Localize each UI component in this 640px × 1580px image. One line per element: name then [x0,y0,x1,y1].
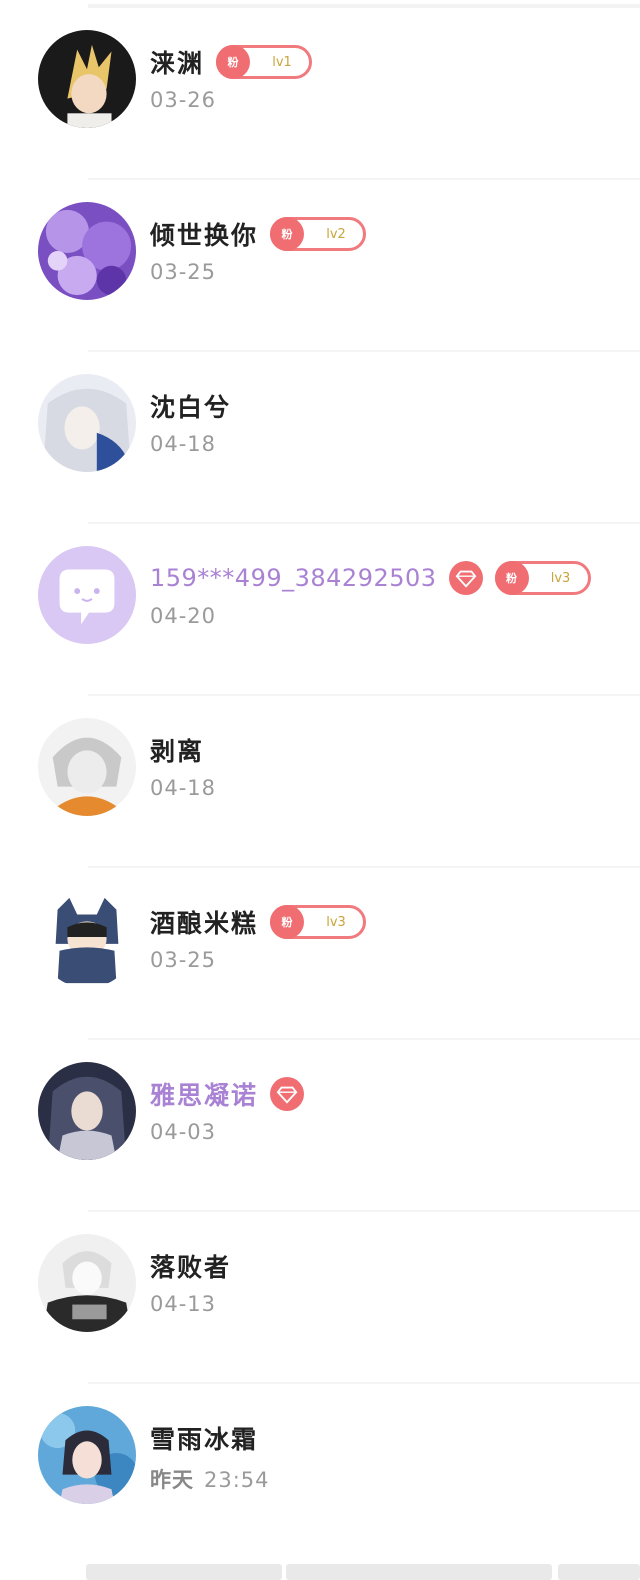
username: 落败者 [150,1253,232,1282]
fan-icon: 粉 [494,561,529,595]
list-item[interactable]: 159***499_384292503 粉 lv3 04-20 [0,524,640,696]
vip-diamond-icon [270,1077,305,1111]
list-item[interactable]: 雅思凝诺 04-03 [0,1040,640,1212]
avatar[interactable] [38,30,136,128]
username: 酒酿米糕 [150,909,259,938]
timestamp: 04-18 [150,776,217,800]
timestamp: 03-25 [150,948,217,972]
avatar[interactable] [38,718,136,816]
list-item[interactable]: 倾世换你 粉 lv2 03-25 [0,180,640,352]
fan-icon: 粉 [270,217,305,251]
list-item[interactable]: 沈白兮 04-18 [0,352,640,524]
fan-level-badge: 粉 lv3 [270,905,367,939]
level-label: lv3 [550,570,571,586]
avatar[interactable] [38,1406,136,1504]
level-label: lv2 [326,226,346,242]
username: 涞渊 [150,49,205,78]
username: 159***499_384292503 [150,564,437,592]
timestamp: 昨天 23:54 [150,1467,270,1492]
tab-segment [86,1564,282,1580]
fan-level-badge: 粉 lv3 [494,561,591,595]
bottom-tab-bar-edge [0,1564,640,1580]
avatar[interactable] [38,374,136,472]
timestamp: 03-25 [150,260,217,284]
username: 雪雨冰霜 [150,1425,259,1454]
level-label: lv3 [326,914,346,930]
timestamp: 04-03 [150,1120,217,1144]
level-label: lv1 [272,54,292,70]
list-item[interactable]: 雪雨冰霜 昨天 23:54 [0,1384,640,1556]
username: 雅思凝诺 [150,1081,259,1110]
fan-icon: 粉 [270,905,305,939]
timestamp: 04-13 [150,1292,217,1316]
tab-segment [558,1564,640,1580]
list-item[interactable]: 涞渊 粉 lv1 03-26 [0,8,640,180]
list-item[interactable]: 酒酿米糕 粉 lv3 03-25 [0,868,640,1040]
fan-icon: 粉 [216,45,251,79]
list-item[interactable]: 剥离 04-18 [0,696,640,868]
list-item[interactable]: 落败者 04-13 [0,1212,640,1384]
avatar[interactable] [38,890,136,988]
avatar[interactable] [38,1234,136,1332]
timestamp: 03-26 [150,88,217,112]
fan-level-badge: 粉 lv1 [216,45,313,79]
username: 剥离 [150,737,205,766]
avatar[interactable] [38,546,136,644]
user-list: 涞渊 粉 lv1 03-26 倾世换你 粉 lv2 03-25 沈白兮 04-1… [0,8,640,1556]
username: 倾世换你 [150,221,259,250]
vip-diamond-icon [448,561,483,595]
username: 沈白兮 [150,393,232,422]
fan-level-badge: 粉 lv2 [270,217,367,251]
tab-segment [286,1564,552,1580]
avatar[interactable] [38,202,136,300]
timestamp: 04-20 [150,604,217,628]
avatar[interactable] [38,1062,136,1160]
timestamp: 04-18 [150,432,217,456]
